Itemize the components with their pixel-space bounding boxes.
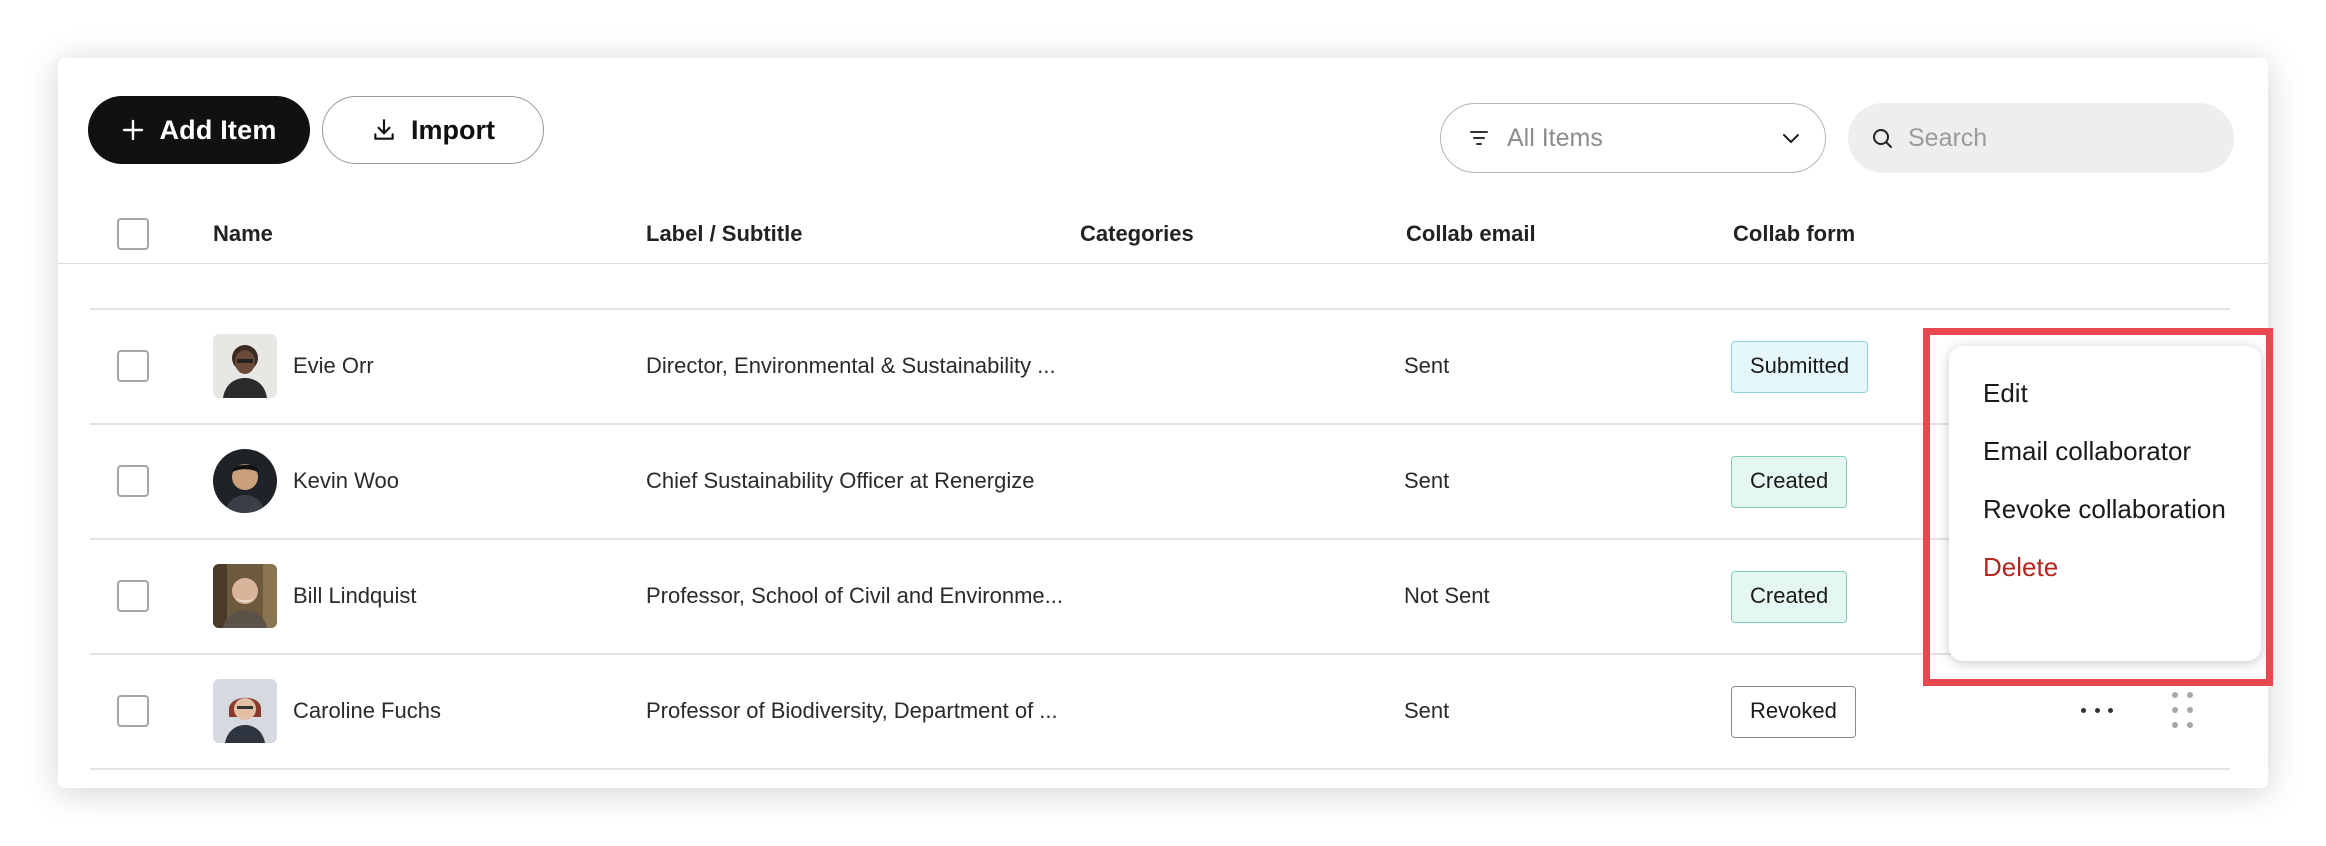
drag-handle-icon[interactable] bbox=[2172, 692, 2194, 728]
row-divider bbox=[90, 768, 2230, 770]
filter-lines-icon bbox=[1470, 131, 1488, 145]
table-row[interactable]: Kevin Woo Chief Sustainability Officer a… bbox=[58, 424, 2268, 538]
column-header-collab-email[interactable]: Collab email bbox=[1406, 204, 1536, 264]
plus-icon bbox=[123, 119, 144, 141]
row-subtitle: Chief Sustainability Officer at Renergiz… bbox=[646, 468, 1035, 493]
table-row[interactable]: Bill Lindquist Professor, School of Civi… bbox=[58, 539, 2268, 653]
status-badge: Created bbox=[1731, 571, 1848, 623]
table-header: Name Label / Subtitle Categories Collab … bbox=[58, 204, 2268, 264]
row-subtitle: Professor, School of Civil and Environme… bbox=[646, 583, 1063, 608]
filter-selected-value: All Items bbox=[1507, 123, 1603, 152]
row-name: Caroline Fuchs bbox=[293, 698, 441, 723]
row-checkbox[interactable] bbox=[117, 580, 149, 612]
row-collab-email: Sent bbox=[1404, 468, 1450, 493]
items-panel: Add Item Import All Items Search Name La… bbox=[58, 58, 2268, 788]
avatar bbox=[213, 679, 277, 743]
download-icon bbox=[374, 119, 394, 140]
row-checkbox[interactable] bbox=[117, 465, 149, 497]
column-header-categories[interactable]: Categories bbox=[1080, 204, 1194, 264]
status-badge: Created bbox=[1731, 456, 1848, 508]
status-badge: Revoked bbox=[1731, 686, 1856, 738]
menu-item-edit[interactable]: Edit bbox=[1949, 364, 2261, 422]
row-subtitle: Professor of Biodiversity, Department of… bbox=[646, 698, 1058, 723]
row-collab-email: Not Sent bbox=[1404, 583, 1490, 608]
row-checkbox[interactable] bbox=[117, 695, 149, 727]
row-subtitle: Director, Environmental & Sustainability… bbox=[646, 353, 1056, 378]
row-checkbox[interactable] bbox=[117, 350, 149, 382]
row-collab-email: Sent bbox=[1404, 353, 1450, 378]
avatar bbox=[213, 449, 277, 513]
row-name: Kevin Woo bbox=[293, 468, 399, 493]
select-all-checkbox[interactable] bbox=[117, 218, 149, 250]
status-badge: Submitted bbox=[1731, 341, 1869, 393]
import-button[interactable]: Import bbox=[322, 96, 544, 164]
table-row[interactable]: Evie Orr Director, Environmental & Susta… bbox=[58, 309, 2268, 423]
row-actions-menu: Edit Email collaborator Revoke collabora… bbox=[1949, 346, 2261, 661]
row-collab-email: Sent bbox=[1404, 698, 1450, 723]
chevron-down-icon bbox=[1783, 134, 1799, 143]
menu-item-email-collaborator[interactable]: Email collaborator bbox=[1949, 422, 2261, 480]
avatar bbox=[213, 564, 277, 628]
more-horizontal-icon[interactable] bbox=[2077, 694, 2117, 726]
table-row[interactable]: Caroline Fuchs Professor of Biodiversity… bbox=[58, 654, 2268, 768]
items-filter-select[interactable]: All Items bbox=[1440, 103, 1826, 173]
column-header-subtitle[interactable]: Label / Subtitle bbox=[646, 204, 802, 264]
search-icon bbox=[1873, 129, 1892, 148]
row-name: Evie Orr bbox=[293, 353, 374, 378]
search-input[interactable]: Search bbox=[1848, 103, 2234, 173]
search-placeholder: Search bbox=[1908, 123, 1988, 152]
menu-item-revoke-collaboration[interactable]: Revoke collaboration bbox=[1949, 480, 2261, 538]
add-item-button[interactable]: Add Item bbox=[88, 96, 310, 164]
avatar bbox=[213, 334, 277, 398]
column-header-name[interactable]: Name bbox=[213, 204, 273, 264]
row-name: Bill Lindquist bbox=[293, 583, 417, 608]
add-item-label: Add Item bbox=[159, 114, 277, 145]
menu-item-delete[interactable]: Delete bbox=[1949, 538, 2261, 596]
column-header-collab-form[interactable]: Collab form bbox=[1733, 204, 1855, 264]
import-label: Import bbox=[411, 114, 495, 145]
